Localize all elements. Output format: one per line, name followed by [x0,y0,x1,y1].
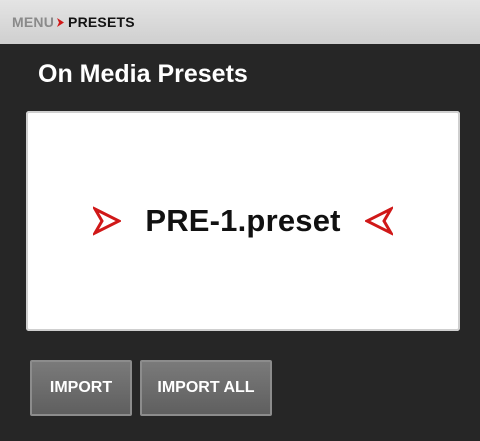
preset-name: PRE-1.preset [145,203,341,238]
preset-selector[interactable]: PRE-1.preset [26,111,460,331]
chevron-right-icon [56,17,65,28]
selector-arrow-left-icon[interactable] [93,206,122,236]
breadcrumb: MENU PRESETS [0,0,480,44]
breadcrumb-current: PRESETS [68,14,135,30]
page-title: On Media Presets [38,60,248,88]
import-button[interactable]: IMPORT [30,360,132,416]
import-all-button[interactable]: IMPORT ALL [140,360,272,416]
breadcrumb-parent[interactable]: MENU [12,14,54,30]
selector-arrow-right-icon[interactable] [364,206,393,236]
